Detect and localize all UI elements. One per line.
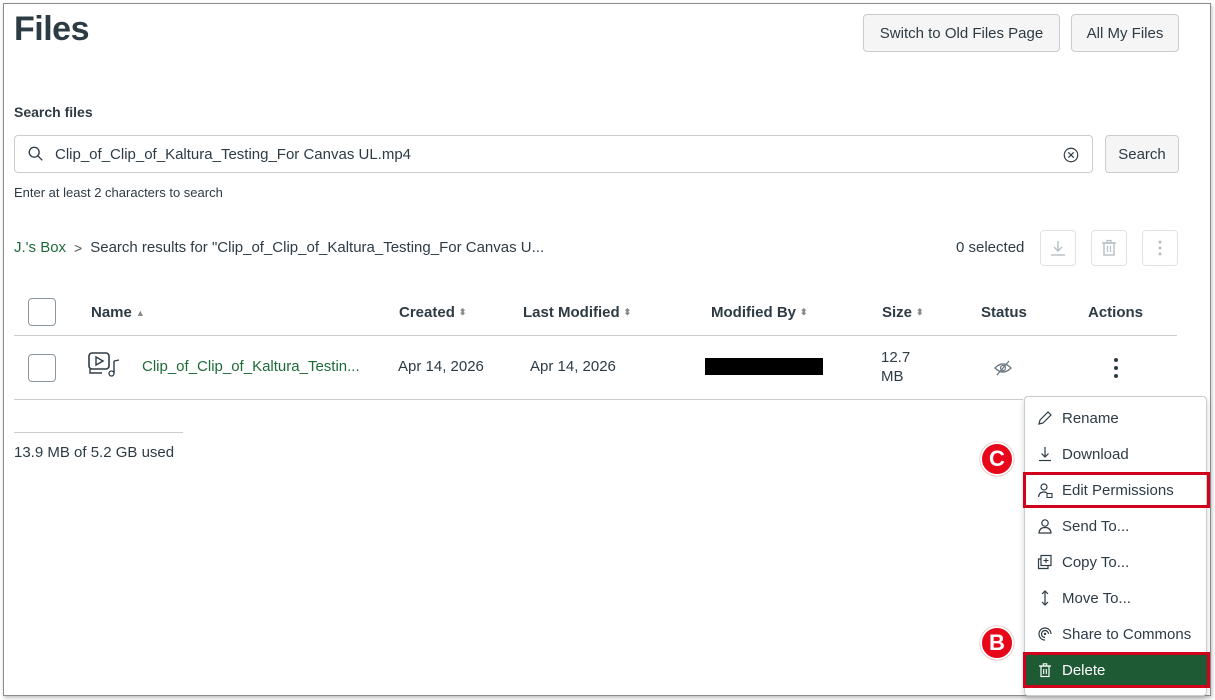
menu-item-share-to-commons[interactable]: Share to Commons (1025, 618, 1208, 650)
breadcrumb-current: Search results for "Clip_of_Clip_of_Kalt… (90, 239, 545, 256)
column-header-created[interactable]: Created ⬍ (399, 304, 466, 321)
search-icon (28, 146, 43, 161)
search-label: Search files (14, 104, 93, 120)
select-all-checkbox[interactable] (28, 298, 56, 326)
all-my-files-button[interactable]: All My Files (1071, 14, 1179, 52)
bulk-delete-button[interactable] (1091, 230, 1127, 266)
column-header-actions: Actions (1088, 304, 1144, 321)
breadcrumb: J.'s Box > Search results for "Clip_of_C… (14, 239, 544, 256)
breadcrumb-separator: > (74, 239, 83, 256)
sort-icon: ⬍ (916, 307, 924, 317)
bulk-download-button[interactable] (1040, 230, 1076, 266)
row-checkbox[interactable] (28, 354, 56, 382)
file-size-unit: MB (881, 368, 904, 385)
search-input-value: Clip_of_Clip_of_Kaltura_Testing_For Canv… (55, 145, 412, 163)
search-hint: Enter at least 2 characters to search (14, 185, 223, 200)
menu-item-rename-label: Rename (1062, 409, 1119, 427)
sort-asc-icon: ▲ (135, 307, 145, 318)
more-vertical-icon (1158, 240, 1162, 256)
file-modified-date: Apr 14, 2026 (530, 358, 616, 375)
sort-icon: ⬍ (458, 307, 467, 317)
column-header-modified-by[interactable]: Modified By ⬍ (711, 304, 808, 321)
download-icon (1051, 241, 1065, 256)
menu-item-copy-to[interactable]: Copy To... (1025, 546, 1208, 578)
column-header-name-label: Name (91, 304, 132, 321)
menu-item-send-to[interactable]: Send To... (1025, 510, 1208, 542)
menu-item-send-to-label: Send To... (1062, 517, 1130, 535)
kebab-dot (1114, 366, 1118, 370)
files-window: Files Switch to Old Files Page All My Fi… (3, 3, 1211, 696)
commons-icon (1038, 627, 1052, 641)
move-icon (1041, 590, 1049, 606)
clear-search-icon[interactable] (1062, 146, 1080, 164)
kebab-dot (1114, 358, 1118, 362)
usage-divider (14, 432, 183, 433)
trash-icon (1039, 663, 1051, 678)
row-actions-button[interactable] (1108, 356, 1124, 380)
row-divider (14, 399, 1023, 400)
page-title: Files (14, 10, 89, 48)
trash-icon (1102, 239, 1116, 256)
bulk-more-button[interactable] (1142, 230, 1178, 266)
column-header-last-modified[interactable]: Last Modified ⬍ (523, 304, 631, 321)
sort-icon: ⬍ (800, 307, 808, 317)
row-actions-menu: Rename Download Edit Permissions Send To… (1023, 396, 1210, 696)
pencil-icon (1038, 411, 1052, 425)
copy-icon (1037, 554, 1052, 570)
column-header-size[interactable]: Size ⬍ (882, 304, 924, 321)
search-input[interactable]: Clip_of_Clip_of_Kaltura_Testing_For Canv… (14, 135, 1093, 173)
selected-count: 0 selected (956, 239, 1025, 256)
menu-item-download[interactable]: Download (1025, 438, 1208, 470)
menu-item-move-to-label: Move To... (1062, 589, 1131, 607)
column-header-size-label: Size (882, 304, 913, 321)
download-icon (1039, 447, 1051, 462)
file-size: 12.7 MB (881, 348, 910, 386)
header-divider (14, 335, 1177, 336)
menu-item-move-to[interactable]: Move To... (1025, 582, 1208, 614)
storage-usage: 13.9 MB of 5.2 GB used (14, 444, 175, 461)
file-created-date: Apr 14, 2026 (398, 358, 484, 375)
eye-hidden-icon[interactable] (993, 359, 1013, 377)
switch-old-files-button[interactable]: Switch to Old Files Page (863, 14, 1060, 52)
column-header-last-modified-label: Last Modified (523, 304, 620, 321)
annotation-badge-b: B (980, 626, 1014, 660)
annotation-badge-c: C (980, 442, 1014, 476)
user-icon (1038, 519, 1052, 534)
menu-item-copy-to-label: Copy To... (1062, 553, 1130, 571)
menu-item-rename[interactable]: Rename (1025, 402, 1208, 434)
video-file-icon (88, 352, 120, 377)
kebab-dot (1114, 374, 1118, 378)
menu-item-edit-permissions-label: Edit Permissions (1062, 481, 1174, 499)
search-button[interactable]: Search (1105, 135, 1179, 173)
column-header-created-label: Created (399, 304, 455, 321)
menu-item-delete[interactable]: Delete (1023, 652, 1210, 688)
redacted-modified-by (705, 358, 823, 375)
menu-item-download-label: Download (1062, 445, 1129, 463)
column-header-status: Status (981, 304, 1027, 321)
menu-item-delete-label: Delete (1062, 661, 1106, 679)
user-lock-icon (1037, 483, 1053, 498)
breadcrumb-root-link[interactable]: J.'s Box (14, 239, 66, 256)
menu-item-share-to-commons-label: Share to Commons (1062, 625, 1192, 643)
menu-item-edit-permissions[interactable]: Edit Permissions (1023, 472, 1210, 508)
sort-icon: ⬍ (623, 307, 632, 317)
file-size-value: 12.7 (881, 349, 911, 366)
column-header-name[interactable]: Name ▲ (91, 304, 145, 321)
file-name-link[interactable]: Clip_of_Clip_of_Kaltura_Testin... (142, 358, 360, 375)
column-header-modified-by-label: Modified By (711, 304, 796, 321)
